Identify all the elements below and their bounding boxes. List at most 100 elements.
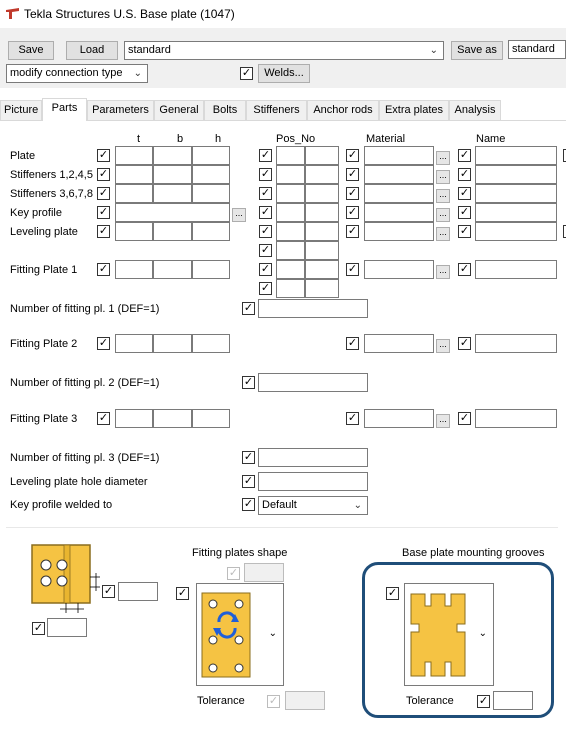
stiff1-name-checkbox[interactable]: ✓ — [458, 168, 471, 181]
tab-extra-plates[interactable]: Extra plates — [379, 100, 449, 120]
stiff1-t-input[interactable] — [115, 165, 153, 184]
plate-h-input[interactable] — [192, 146, 230, 165]
tab-stiffeners[interactable]: Stiffeners — [246, 100, 307, 120]
num-fitting2-input[interactable] — [258, 373, 368, 392]
key-welded-checkbox[interactable]: ✓ — [242, 498, 255, 511]
extra-pos-prefix-input-1[interactable] — [276, 241, 305, 260]
fitting3-material-browse-button[interactable]: ... — [436, 414, 450, 428]
stiff1-pos-number-input[interactable] — [305, 165, 339, 184]
leveling-t-input[interactable] — [115, 222, 153, 241]
key-profile-checkbox[interactable]: ✓ — [97, 206, 110, 219]
fitting3-material-input[interactable] — [364, 409, 434, 428]
key-profile-browse-button[interactable]: ... — [232, 208, 246, 222]
fitting1-material-checkbox[interactable]: ✓ — [346, 263, 359, 276]
extra-pos-number-input-1[interactable] — [305, 241, 339, 260]
hole-diameter-input[interactable] — [258, 472, 368, 491]
stiff3-h-input[interactable] — [192, 184, 230, 203]
key-pos-checkbox[interactable]: ✓ — [259, 206, 272, 219]
stiff3-material-input[interactable] — [364, 184, 434, 203]
tolerance-1-checkbox[interactable]: ✓ — [267, 695, 280, 708]
plate-name-input[interactable] — [475, 146, 557, 165]
tolerance-1-input[interactable] — [285, 691, 325, 710]
plate-b-input[interactable] — [153, 146, 192, 165]
tab-anchor-rods[interactable]: Anchor rods — [307, 100, 379, 120]
save-as-button[interactable]: Save as — [451, 41, 503, 60]
tab-bolts[interactable]: Bolts — [204, 100, 246, 120]
stiff3-material-checkbox[interactable]: ✓ — [346, 187, 359, 200]
fitting3-material-checkbox[interactable]: ✓ — [346, 412, 359, 425]
fitting1-h-input[interactable] — [192, 260, 230, 279]
tolerance-2-input[interactable] — [493, 691, 533, 710]
stiff3-dims-checkbox[interactable]: ✓ — [97, 187, 110, 200]
num-fitting3-input[interactable] — [258, 448, 368, 467]
num-fitting1-checkbox[interactable]: ✓ — [242, 302, 255, 315]
key-name-checkbox[interactable]: ✓ — [458, 206, 471, 219]
num-fitting3-checkbox[interactable]: ✓ — [242, 451, 255, 464]
fitting2-name-input[interactable] — [475, 334, 557, 353]
tab-analysis[interactable]: Analysis — [449, 100, 501, 120]
fitting3-t-input[interactable] — [115, 409, 153, 428]
stiff1-dims-checkbox[interactable]: ✓ — [97, 168, 110, 181]
plate-material-input[interactable] — [364, 146, 434, 165]
fitting2-name-checkbox[interactable]: ✓ — [458, 337, 471, 350]
save-button[interactable]: Save — [8, 41, 54, 60]
tab-parameters[interactable]: Parameters — [87, 100, 154, 120]
stiff1-material-browse-button[interactable]: ... — [436, 170, 450, 184]
fitting3-b-input[interactable] — [153, 409, 192, 428]
fitting3-h-input[interactable] — [192, 409, 230, 428]
fitting1-pos-number-input[interactable] — [305, 260, 339, 279]
stiff1-pos-checkbox[interactable]: ✓ — [259, 168, 272, 181]
fitting3-name-input[interactable] — [475, 409, 557, 428]
fitting-shape-top-input[interactable] — [244, 563, 284, 582]
key-name-input[interactable] — [475, 203, 557, 222]
key-welded-select[interactable]: Default ⌄ — [258, 496, 368, 515]
plate-name-checkbox[interactable]: ✓ — [458, 149, 471, 162]
leveling-material-checkbox[interactable]: ✓ — [346, 225, 359, 238]
fitting1-material-input[interactable] — [364, 260, 434, 279]
stiff1-material-checkbox[interactable]: ✓ — [346, 168, 359, 181]
leveling-h-input[interactable] — [192, 222, 230, 241]
plate-pos-number-input[interactable] — [305, 146, 339, 165]
grooves-picker[interactable]: ⌄ — [404, 583, 494, 686]
modify-type-select[interactable]: modify connection type ⌄ — [6, 64, 148, 83]
fitting-shape-checkbox[interactable]: ✓ — [176, 587, 189, 600]
fitting3-dims-checkbox[interactable]: ✓ — [97, 412, 110, 425]
stiff1-material-input[interactable] — [364, 165, 434, 184]
fitting1-name-input[interactable] — [475, 260, 557, 279]
bolt-edge-checkbox[interactable]: ✓ — [32, 622, 45, 635]
stiff1-pos-prefix-input[interactable] — [276, 165, 305, 184]
fitting2-material-input[interactable] — [364, 334, 434, 353]
extra-pos-checkbox-1[interactable]: ✓ — [259, 244, 272, 257]
extra-pos-prefix-input-2[interactable] — [276, 279, 305, 298]
key-material-input[interactable] — [364, 203, 434, 222]
attribute-file-select[interactable]: standard ⌄ — [124, 41, 444, 60]
stiff1-name-input[interactable] — [475, 165, 557, 184]
bolt-edge-input[interactable] — [47, 618, 87, 637]
stiff1-h-input[interactable] — [192, 165, 230, 184]
stiff3-b-input[interactable] — [153, 184, 192, 203]
fitting1-t-input[interactable] — [115, 260, 153, 279]
key-pos-prefix-input[interactable] — [276, 203, 305, 222]
leveling-name-checkbox[interactable]: ✓ — [458, 225, 471, 238]
fitting1-pos-checkbox[interactable]: ✓ — [259, 263, 272, 276]
plate-dims-checkbox[interactable]: ✓ — [97, 149, 110, 162]
key-material-checkbox[interactable]: ✓ — [346, 206, 359, 219]
fitting-shape-top-checkbox[interactable]: ✓ — [227, 567, 240, 580]
edge-distance-input[interactable] — [118, 582, 158, 601]
stiff3-name-input[interactable] — [475, 184, 557, 203]
num-fitting2-checkbox[interactable]: ✓ — [242, 376, 255, 389]
tab-picture[interactable]: Picture — [0, 100, 42, 120]
fitting2-dims-checkbox[interactable]: ✓ — [97, 337, 110, 350]
load-button[interactable]: Load — [66, 41, 118, 60]
extra-pos-checkbox-2[interactable]: ✓ — [259, 282, 272, 295]
plate-pos-prefix-input[interactable] — [276, 146, 305, 165]
fitting2-h-input[interactable] — [192, 334, 230, 353]
leveling-dims-checkbox[interactable]: ✓ — [97, 225, 110, 238]
fitting3-name-checkbox[interactable]: ✓ — [458, 412, 471, 425]
leveling-material-input[interactable] — [364, 222, 434, 241]
key-pos-number-input[interactable] — [305, 203, 339, 222]
leveling-pos-checkbox[interactable]: ✓ — [259, 225, 272, 238]
stiff3-pos-number-input[interactable] — [305, 184, 339, 203]
leveling-material-browse-button[interactable]: ... — [436, 227, 450, 241]
fitting1-b-input[interactable] — [153, 260, 192, 279]
